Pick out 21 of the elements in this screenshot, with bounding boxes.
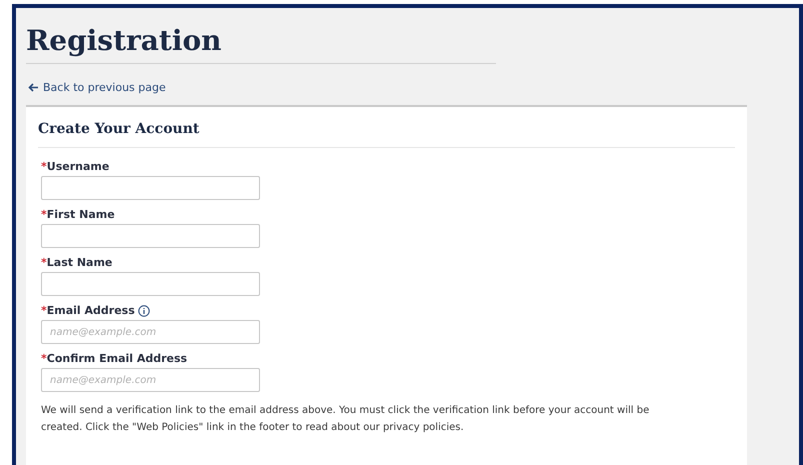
field-label: Email Address — [46, 304, 135, 317]
text-field[interactable]: name@example.com — [41, 368, 260, 392]
required-mark: * — [41, 256, 47, 269]
text-field[interactable] — [41, 272, 260, 296]
field-label: Confirm Email Address — [46, 352, 188, 365]
back-link[interactable]: Back to previous page — [28, 81, 166, 94]
text-field[interactable] — [41, 176, 260, 200]
text-field[interactable] — [41, 224, 260, 248]
required-mark: * — [41, 160, 47, 173]
field-label: Username — [46, 160, 110, 173]
form-heading: Create Your Account — [38, 121, 735, 148]
left-arrow-icon — [28, 83, 39, 92]
verification-note: We will send a verification link to the email address above. You must click the verification link before your account will be created. Click the "Web Policies" link in the footer to read about our privacy policies. — [41, 404, 650, 435]
page-title: Registration — [26, 18, 496, 64]
field-label: First Name — [46, 208, 115, 221]
required-mark: * — [41, 352, 47, 365]
text-field[interactable]: name@example.com — [41, 320, 260, 344]
required-mark: * — [41, 304, 47, 317]
field-label: Last Name — [46, 256, 112, 269]
required-mark: * — [41, 208, 47, 221]
info-icon[interactable] — [138, 304, 150, 316]
